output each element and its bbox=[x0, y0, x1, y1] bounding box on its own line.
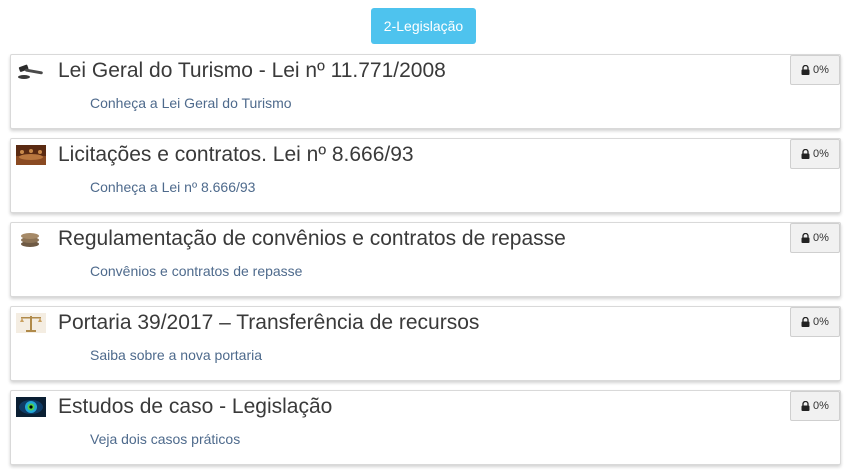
lock-icon bbox=[801, 401, 810, 411]
lock-icon bbox=[801, 65, 810, 75]
lock-icon bbox=[801, 317, 810, 327]
module-list: Lei Geral do Turismo - Lei nº 11.771/200… bbox=[10, 54, 841, 474]
gavel-icon bbox=[16, 61, 46, 81]
module-card[interactable]: Licitações e contratos. Lei nº 8.666/93 … bbox=[10, 138, 841, 213]
stacked-coins-icon bbox=[16, 229, 46, 249]
module-subtitle[interactable]: Conheça a Lei nº 8.666/93 bbox=[90, 179, 255, 195]
lock-icon bbox=[801, 233, 810, 243]
scales-icon bbox=[16, 313, 46, 333]
module-title: Licitações e contratos. Lei nº 8.666/93 bbox=[58, 143, 414, 166]
progress-value: 0% bbox=[813, 148, 829, 160]
module-title: Estudos de caso - Legislação bbox=[58, 395, 333, 418]
progress-badge: 0% bbox=[790, 223, 840, 253]
module-subtitle[interactable]: Veja dois casos práticos bbox=[90, 431, 240, 447]
module-card[interactable]: Portaria 39/2017 – Transferência de recu… bbox=[10, 306, 841, 381]
module-card[interactable]: Lei Geral do Turismo - Lei nº 11.771/200… bbox=[10, 54, 841, 129]
progress-value: 0% bbox=[813, 64, 829, 76]
meeting-room-icon bbox=[16, 145, 46, 165]
progress-value: 0% bbox=[813, 316, 829, 328]
module-card[interactable]: Estudos de caso - Legislação Veja dois c… bbox=[10, 390, 841, 465]
progress-value: 0% bbox=[813, 400, 829, 412]
module-subtitle[interactable]: Convênios e contratos de repasse bbox=[90, 263, 302, 279]
section-title-button[interactable]: 2-Legislação bbox=[370, 8, 477, 44]
progress-value: 0% bbox=[813, 232, 829, 244]
progress-badge: 0% bbox=[790, 391, 840, 421]
progress-badge: 0% bbox=[790, 55, 840, 85]
module-card[interactable]: Regulamentação de convênios e contratos … bbox=[10, 222, 841, 297]
progress-badge: 0% bbox=[790, 139, 840, 169]
module-subtitle[interactable]: Conheça a Lei Geral do Turismo bbox=[90, 95, 292, 111]
module-title: Portaria 39/2017 – Transferência de recu… bbox=[58, 311, 480, 334]
module-title: Lei Geral do Turismo - Lei nº 11.771/200… bbox=[58, 59, 446, 82]
progress-badge: 0% bbox=[790, 307, 840, 337]
lock-icon bbox=[801, 149, 810, 159]
module-subtitle[interactable]: Saiba sobre a nova portaria bbox=[90, 347, 262, 363]
section-header: 2-Legislação bbox=[0, 8, 847, 44]
module-title: Regulamentação de convênios e contratos … bbox=[58, 227, 566, 250]
eye-icon bbox=[16, 397, 46, 417]
